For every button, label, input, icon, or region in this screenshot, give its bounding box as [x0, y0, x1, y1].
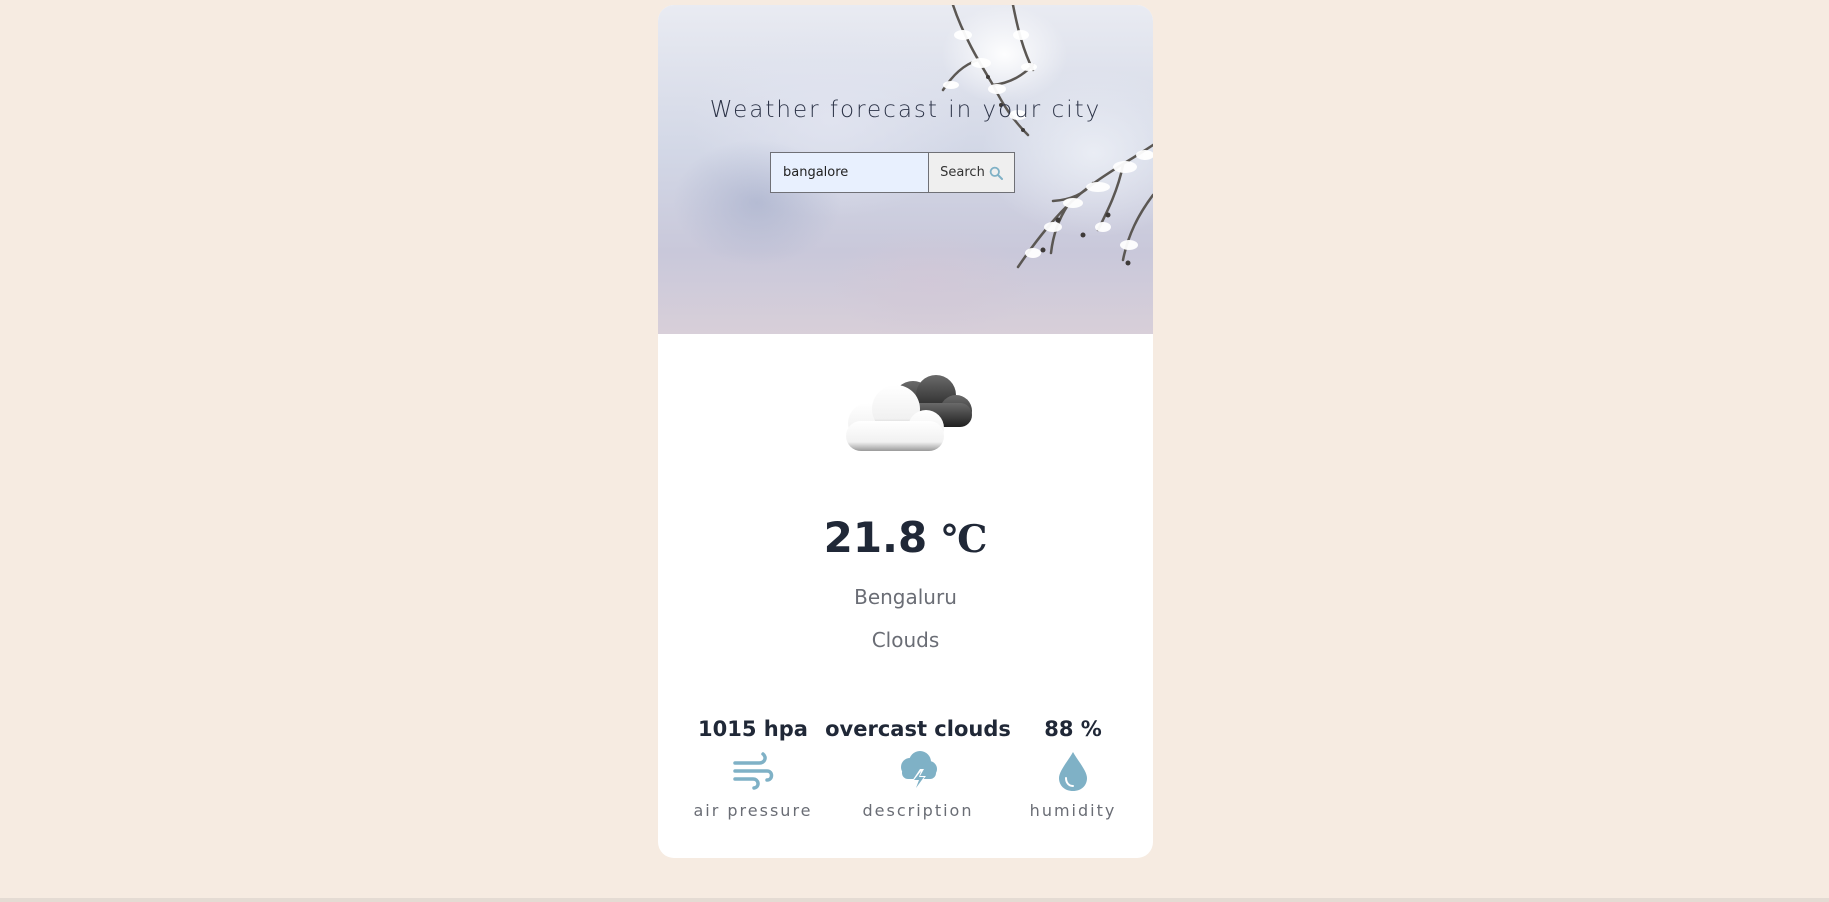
storm-cloud-icon: [901, 751, 937, 791]
description-value: overcast clouds: [825, 717, 1011, 741]
temperature: 21.8 ℃: [658, 513, 1153, 562]
search-button-label: Search: [940, 165, 985, 180]
stat-humidity: 88 % humidity: [1018, 717, 1128, 820]
stat-description: overcast clouds description: [823, 717, 1013, 820]
weather-condition: Clouds: [871, 628, 940, 652]
hero-banner: Weather forecast in your city Search: [658, 5, 1153, 334]
search-icon: [989, 166, 1003, 180]
page-title: Weather forecast in your city: [709, 97, 1102, 123]
stat-air-pressure: 1015 hpa air pressure: [688, 717, 818, 820]
temperature-value: 21.8: [823, 513, 928, 562]
city-search-input[interactable]: [770, 152, 929, 193]
drop-icon: [1059, 752, 1087, 791]
description-label: description: [862, 801, 974, 820]
humidity-label: humidity: [1029, 801, 1117, 820]
pressure-value: 1015 hpa: [698, 717, 808, 741]
weather-card: Weather forecast in your city Search: [658, 5, 1153, 858]
search-button[interactable]: Search: [929, 152, 1015, 193]
search-bar: Search: [770, 152, 1015, 193]
bottom-edge: [0, 898, 1829, 902]
city-name: Bengaluru: [854, 585, 957, 609]
temperature-unit: ℃: [941, 516, 988, 561]
cloud-icon: [846, 375, 972, 451]
pressure-label: air pressure: [693, 801, 813, 820]
wind-icon: [733, 752, 774, 790]
humidity-value: 88 %: [1044, 717, 1102, 741]
